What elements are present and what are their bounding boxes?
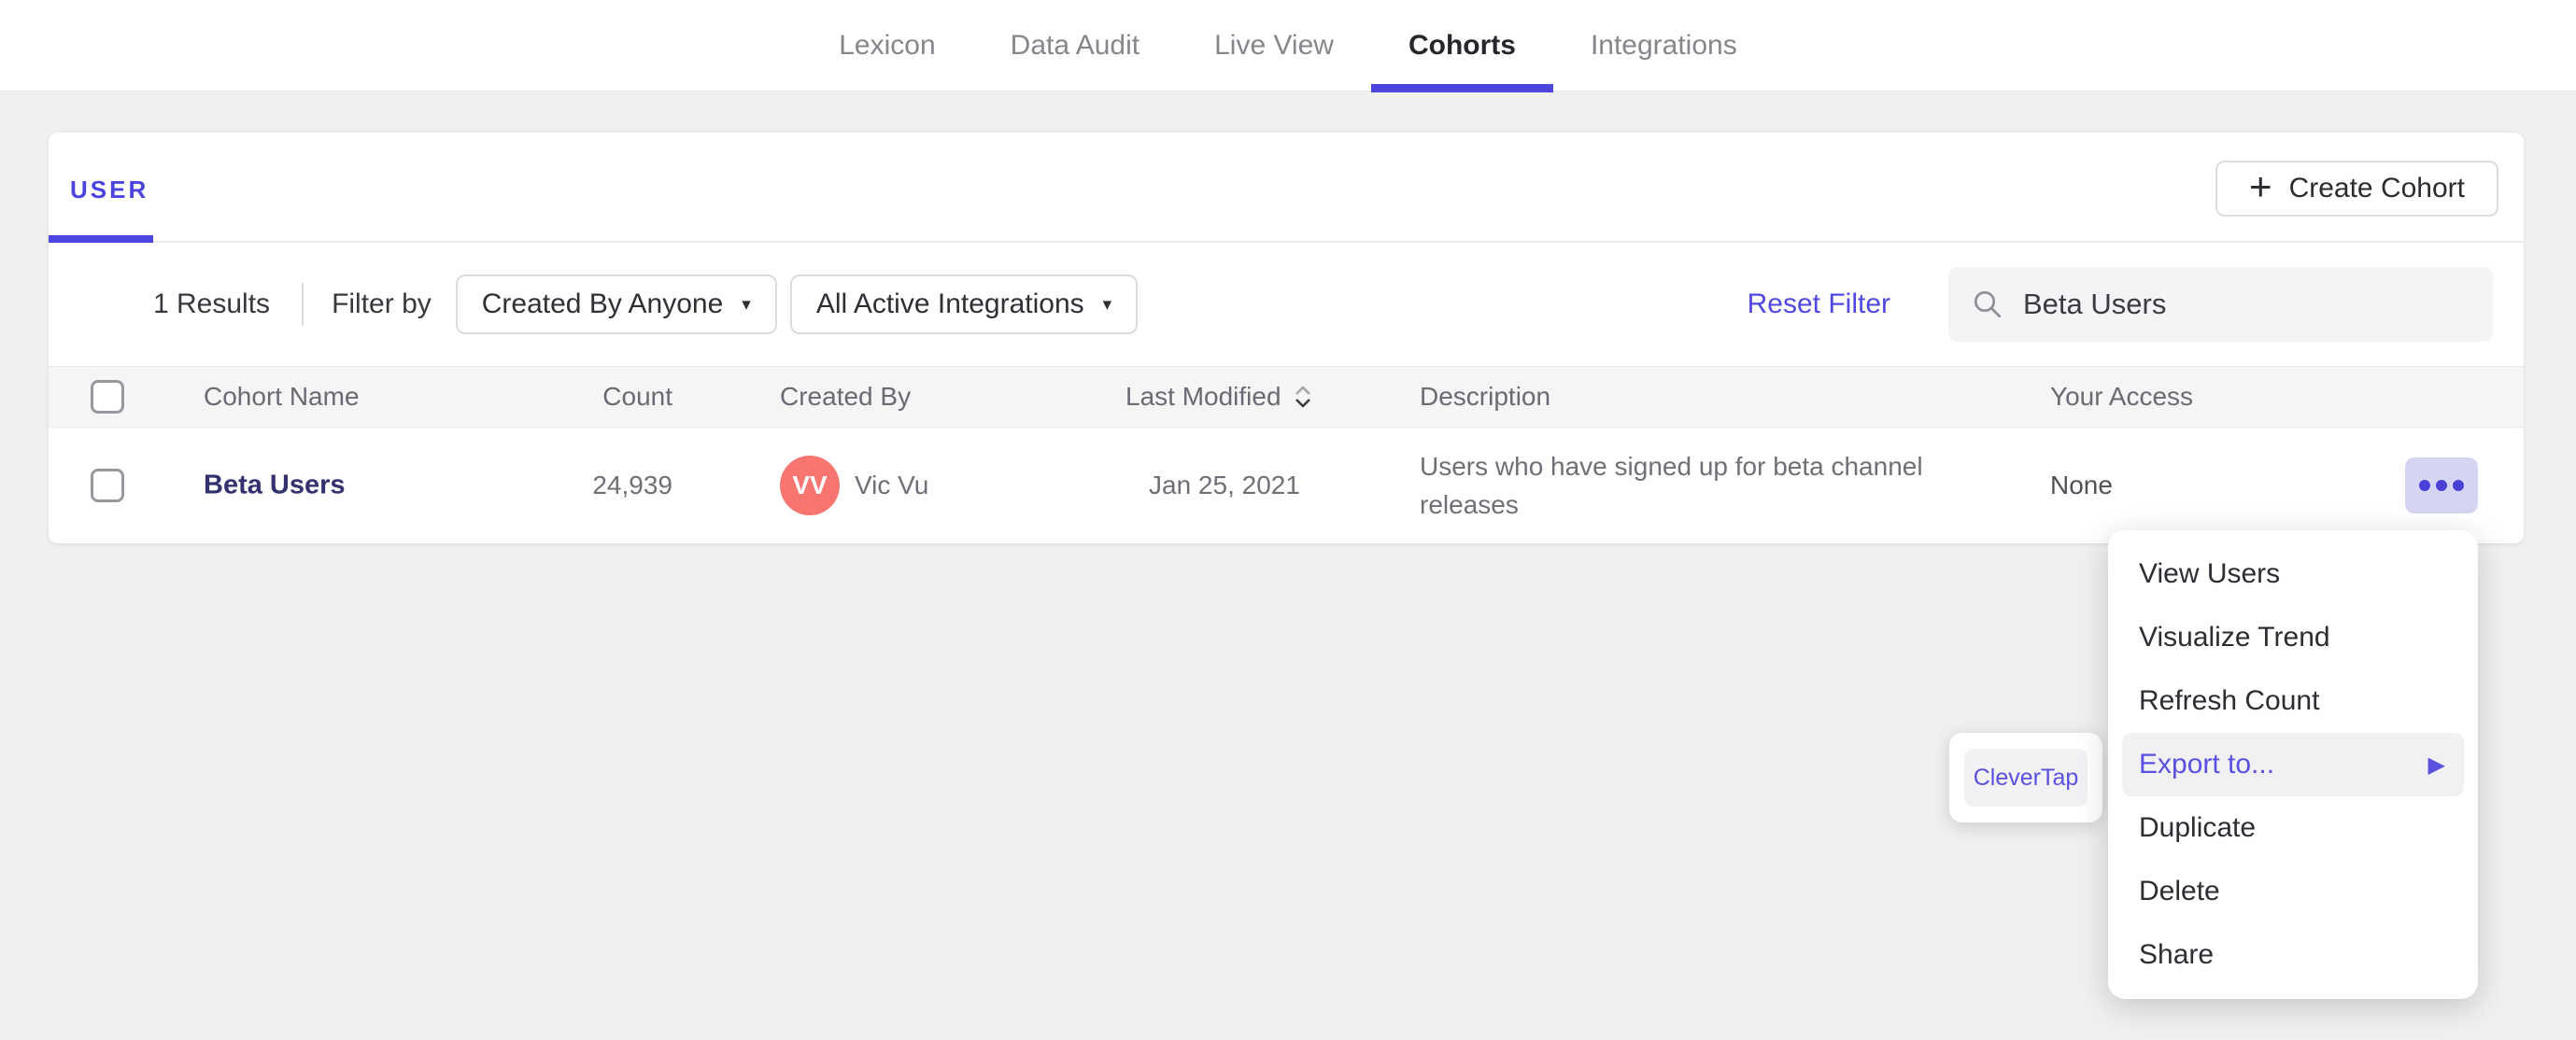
header-cohort-name: Cohort Name — [204, 382, 360, 411]
dot-icon — [2419, 480, 2430, 491]
menu-item-export-to-label: Export to... — [2139, 749, 2275, 780]
created-by-cell: VV Vic Vu — [780, 456, 928, 515]
last-modified-value: Jan 25, 2021 — [1149, 471, 1300, 499]
plus-icon: + — [2249, 164, 2272, 208]
header-created-by: Created By — [780, 382, 912, 411]
more-options-button[interactable] — [2405, 457, 2478, 513]
menu-item-delete[interactable]: Delete — [2108, 860, 2478, 923]
nav-tab-data-audit[interactable]: Data Audit — [973, 0, 1177, 91]
search-box[interactable] — [1948, 267, 2493, 342]
dot-icon — [2453, 480, 2464, 491]
integrations-dropdown-value: All Active Integrations — [815, 288, 1084, 319]
select-all-checkbox-cell — [91, 380, 124, 414]
row-checkbox[interactable] — [91, 469, 124, 502]
menu-item-refresh-count[interactable]: Refresh Count — [2108, 669, 2478, 733]
header-last-modified[interactable]: Last Modified — [1125, 382, 1313, 412]
search-icon — [1974, 290, 2002, 318]
table-row: Beta Users 24,939 VV Vic Vu Jan 25, 2021… — [49, 428, 2524, 543]
created-by-name: Vic Vu — [855, 471, 929, 499]
cohort-name-link[interactable]: Beta Users — [204, 471, 346, 501]
chevron-down-icon: ▾ — [1102, 294, 1112, 315]
menu-item-share[interactable]: Share — [2108, 923, 2478, 987]
nav-tab-live-view[interactable]: Live View — [1177, 0, 1371, 91]
header-last-modified-label: Last Modified — [1125, 382, 1281, 411]
filter-bar: 1 Results Filter by Created By Anyone ▾ … — [49, 243, 2524, 366]
filter-by-label: Filter by — [332, 288, 432, 319]
menu-item-visualize-trend[interactable]: Visualize Trend — [2108, 606, 2478, 669]
tab-user-active-underline — [49, 235, 153, 243]
export-submenu: CleverTap — [1949, 733, 2102, 822]
header-your-access: Your Access — [2050, 382, 2194, 411]
created-by-dropdown[interactable]: Created By Anyone ▾ — [455, 274, 777, 334]
chevron-down-icon: ▾ — [742, 294, 751, 315]
avatar: VV — [780, 456, 840, 515]
filter-divider — [302, 283, 304, 326]
sort-icon[interactable] — [1293, 384, 1313, 410]
nav-tab-integrations[interactable]: Integrations — [1553, 0, 1775, 91]
select-all-checkbox[interactable] — [91, 380, 124, 414]
nav-tab-lexicon[interactable]: Lexicon — [801, 0, 972, 91]
menu-item-export-to[interactable]: Export to... ▶ — [2122, 733, 2464, 796]
row-checkbox-cell — [91, 469, 124, 502]
created-by-dropdown-value: Created By Anyone — [481, 288, 724, 319]
create-cohort-label: Create Cohort — [2288, 173, 2465, 204]
tab-user[interactable]: USER — [70, 176, 149, 204]
menu-item-duplicate[interactable]: Duplicate — [2108, 796, 2478, 860]
your-access-value: None — [2050, 471, 2113, 499]
submenu-arrow-icon: ▶ — [2427, 752, 2445, 778]
cohorts-page: Lexicon Data Audit Live View Cohorts Int… — [0, 0, 2576, 1040]
search-input[interactable] — [2023, 288, 2470, 321]
integrations-dropdown[interactable]: All Active Integrations ▾ — [789, 274, 1139, 334]
top-navigation: Lexicon Data Audit Live View Cohorts Int… — [0, 0, 2576, 92]
row-context-menu: View Users Visualize Trend Refresh Count… — [2108, 530, 2478, 999]
nav-tab-cohorts[interactable]: Cohorts — [1370, 0, 1553, 92]
cohort-type-tabbar: USER + Create Cohort — [49, 133, 2524, 243]
header-description: Description — [1420, 382, 1551, 411]
cohort-description: Users who have signed up for beta channe… — [1420, 452, 1923, 519]
menu-item-view-users[interactable]: View Users — [2108, 542, 2478, 606]
table-header: Cohort Name Count Created By Last Modifi… — [49, 366, 2524, 428]
reset-filter-link[interactable]: Reset Filter — [1748, 288, 1890, 320]
dot-icon — [2436, 480, 2447, 491]
cohort-count: 24,939 — [592, 471, 672, 499]
results-count: 1 Results — [153, 288, 271, 319]
create-cohort-button[interactable]: + Create Cohort — [2215, 161, 2498, 217]
header-count: Count — [602, 382, 672, 411]
cohorts-card: USER + Create Cohort 1 Results Filter by… — [49, 133, 2524, 543]
submenu-item-clevertap[interactable]: CleverTap — [1964, 749, 2088, 807]
